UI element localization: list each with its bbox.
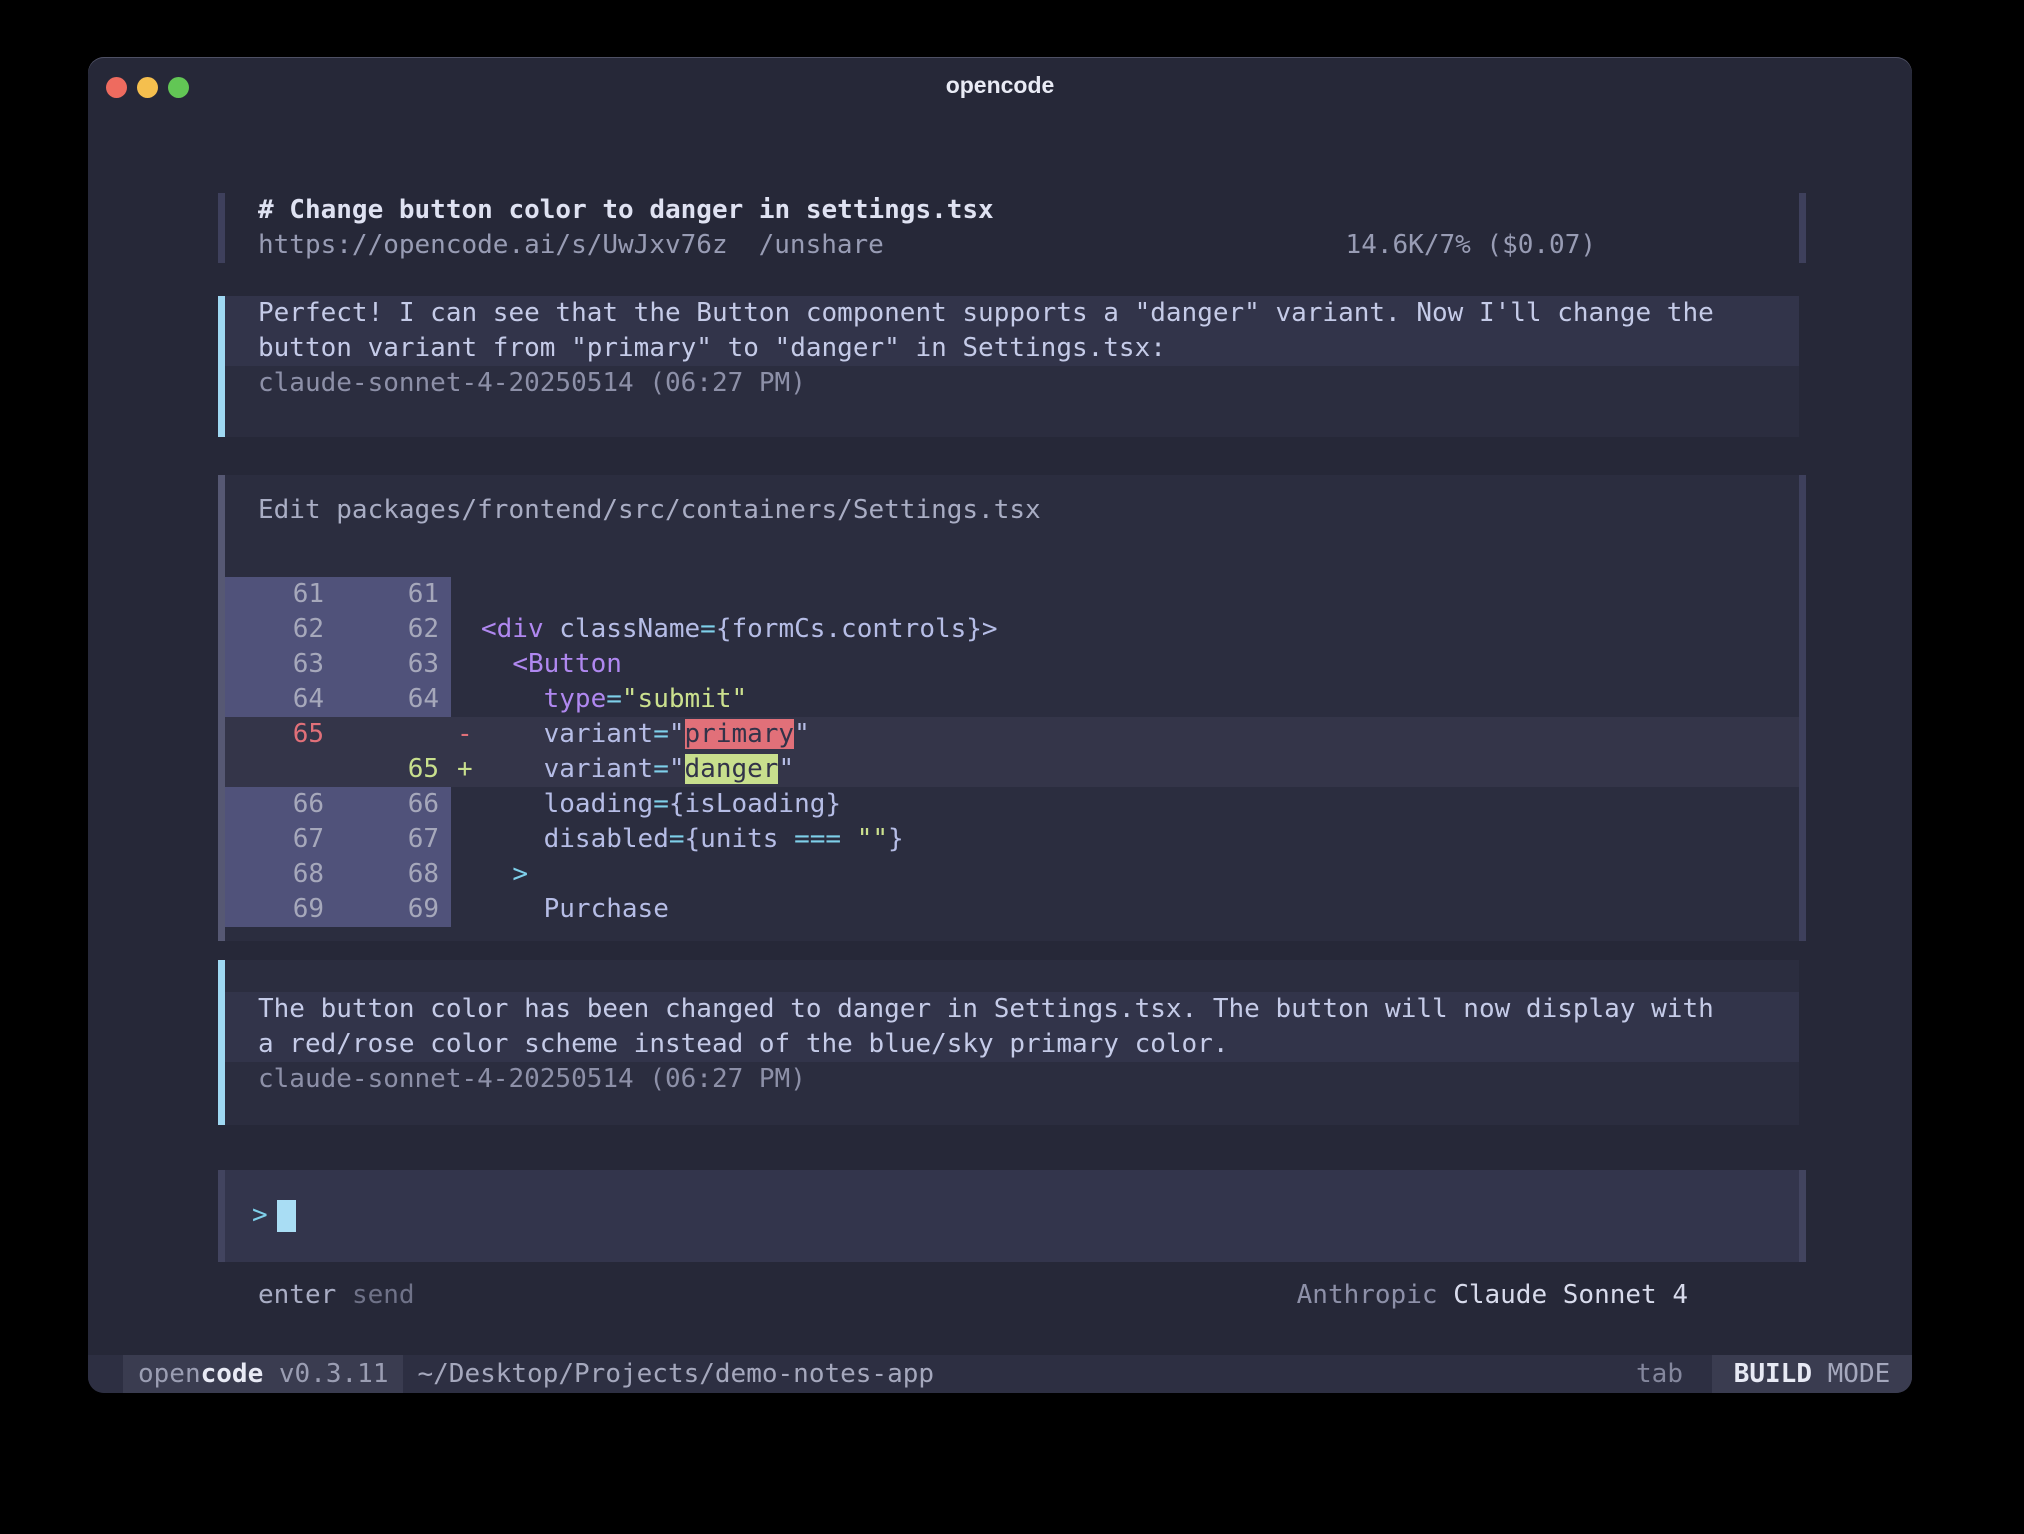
- edit-panel-left-border: [218, 475, 225, 941]
- window-title: opencode: [88, 57, 1912, 113]
- tab-key-hint: tab: [1636, 1359, 1712, 1389]
- model-indicator: Anthropic Claude Sonnet 4: [1297, 1278, 1688, 1313]
- message-text-line: a red/rose color scheme instead of the b…: [225, 1027, 1799, 1062]
- diff-row: 6666 loading={isLoading}: [225, 787, 1799, 822]
- diff-row: 6262<div className={formCs.controls}>: [225, 612, 1799, 647]
- input-right-border: [1799, 1170, 1806, 1262]
- mode-toggle-chip[interactable]: BUILD MODE: [1712, 1355, 1912, 1393]
- prompt-chevron-icon: >: [252, 1200, 268, 1230]
- status-bar: opencode v0.3.11 ~/Desktop/Projects/demo…: [88, 1355, 1912, 1393]
- diff-view: 61616262<div className={formCs.controls}…: [225, 577, 1799, 927]
- share-url-line: https://opencode.ai/s/UwJxv76z/unshare: [258, 228, 884, 263]
- message-text-line: The button color has been changed to dan…: [225, 992, 1799, 1027]
- session-header: # Change button color to danger in setti…: [88, 193, 1912, 263]
- titlebar: opencode: [88, 57, 1912, 113]
- app-name-open: open: [138, 1359, 201, 1389]
- mode-name: BUILD: [1734, 1359, 1812, 1389]
- message-accent-bar: [218, 296, 225, 437]
- edit-tool-panel: Edit packages/frontend/src/containers/Se…: [88, 475, 1912, 941]
- diff-row: 65- variant="primary": [225, 717, 1799, 752]
- session-title: # Change button color to danger in setti…: [258, 193, 994, 228]
- send-action-label: send: [352, 1280, 415, 1310]
- edit-file-path: Edit packages/frontend/src/containers/Se…: [258, 493, 1041, 528]
- message-accent-bar: [218, 960, 225, 1125]
- input-left-border: [218, 1170, 225, 1262]
- hint-row: enter send Anthropic Claude Sonnet 4: [88, 1278, 1912, 1313]
- message-text-line: button variant from "primary" to "danger…: [225, 331, 1799, 366]
- prompt-input[interactable]: >: [88, 1170, 1912, 1262]
- message-text-line: Perfect! I can see that the Button compo…: [225, 296, 1799, 331]
- session-header-left-border: [218, 193, 225, 263]
- app-version-chip: opencode v0.3.11: [123, 1355, 403, 1393]
- message-model-meta: claude-sonnet-4-20250514 (06:27 PM): [225, 1062, 1799, 1097]
- app-name-code: code: [201, 1359, 264, 1389]
- edit-panel-right-border: [1799, 475, 1806, 941]
- assistant-message: The button color has been changed to dan…: [88, 960, 1912, 1125]
- diff-row: 65+ variant="danger": [225, 752, 1799, 787]
- diff-row: 6767 disabled={units === ""}: [225, 822, 1799, 857]
- diff-row: 6363 <Button: [225, 647, 1799, 682]
- unshare-command[interactable]: /unshare: [759, 230, 884, 260]
- model-label: Claude Sonnet 4: [1453, 1280, 1688, 1310]
- assistant-message: Perfect! I can see that the Button compo…: [88, 296, 1912, 437]
- app-version: v0.3.11: [263, 1359, 388, 1389]
- share-url[interactable]: https://opencode.ai/s/UwJxv76z: [258, 230, 728, 260]
- diff-row: 6161: [225, 577, 1799, 612]
- session-header-right-border: [1799, 193, 1806, 263]
- input-background: [225, 1170, 1799, 1262]
- enter-key-hint: enter: [258, 1280, 336, 1310]
- diff-row: 6464 type="submit": [225, 682, 1799, 717]
- provider-label: Anthropic: [1297, 1280, 1438, 1310]
- send-hint: enter send: [258, 1278, 415, 1313]
- token-cost-stats: 14.6K/7% ($0.07): [1346, 228, 1596, 263]
- diff-row: 6868 >: [225, 857, 1799, 892]
- text-cursor: [277, 1200, 296, 1232]
- opencode-window: opencode # Change button color to danger…: [88, 57, 1912, 1393]
- diff-row: 6969 Purchase: [225, 892, 1799, 927]
- working-directory: ~/Desktop/Projects/demo-notes-app: [403, 1359, 934, 1389]
- mode-word: MODE: [1812, 1359, 1890, 1389]
- message-model-meta: claude-sonnet-4-20250514 (06:27 PM): [225, 366, 1799, 401]
